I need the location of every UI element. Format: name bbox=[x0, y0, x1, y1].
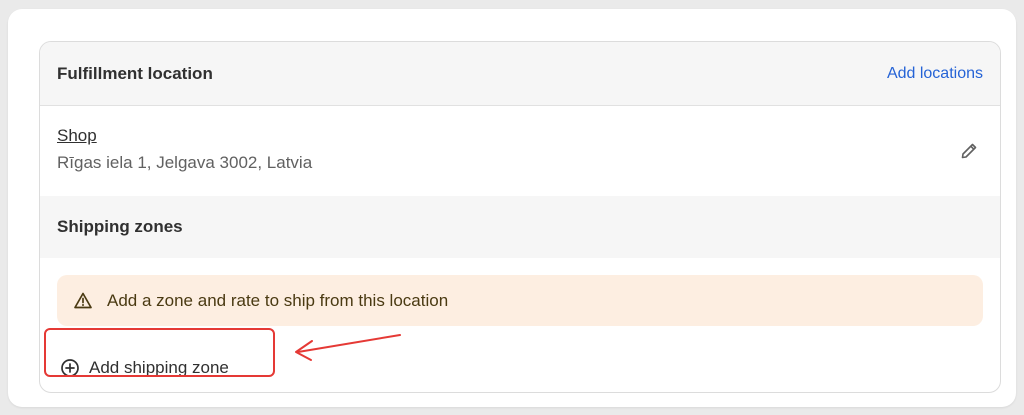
fulfillment-location-panel: Fulfillment location Add locations Shop … bbox=[39, 41, 1001, 393]
add-shipping-zone-button[interactable]: Add shipping zone bbox=[60, 352, 229, 384]
location-row: Shop Rīgas iela 1, Jelgava 3002, Latvia bbox=[40, 106, 1000, 196]
edit-location-button[interactable] bbox=[958, 140, 980, 162]
warning-text: Add a zone and rate to ship from this lo… bbox=[107, 290, 449, 310]
warning-triangle-icon bbox=[74, 292, 92, 308]
location-address: Rīgas iela 1, Jelgava 3002, Latvia bbox=[57, 153, 313, 172]
shipping-zones-header: Shipping zones bbox=[40, 196, 1000, 258]
add-shipping-zone-label: Add shipping zone bbox=[89, 358, 229, 377]
plus-circle-icon bbox=[61, 359, 79, 377]
pencil-icon bbox=[961, 143, 977, 159]
fulfillment-card: Fulfillment location Add locations Shop … bbox=[8, 9, 1016, 407]
panel-header: Fulfillment location Add locations bbox=[40, 42, 1000, 106]
panel-title: Fulfillment location bbox=[57, 63, 213, 83]
add-locations-link[interactable]: Add locations bbox=[887, 65, 983, 83]
warning-banner: Add a zone and rate to ship from this lo… bbox=[57, 275, 983, 326]
shipping-zones-title: Shipping zones bbox=[57, 217, 183, 236]
location-name-link[interactable]: Shop bbox=[57, 126, 97, 146]
arrow-left-icon bbox=[295, 334, 401, 361]
